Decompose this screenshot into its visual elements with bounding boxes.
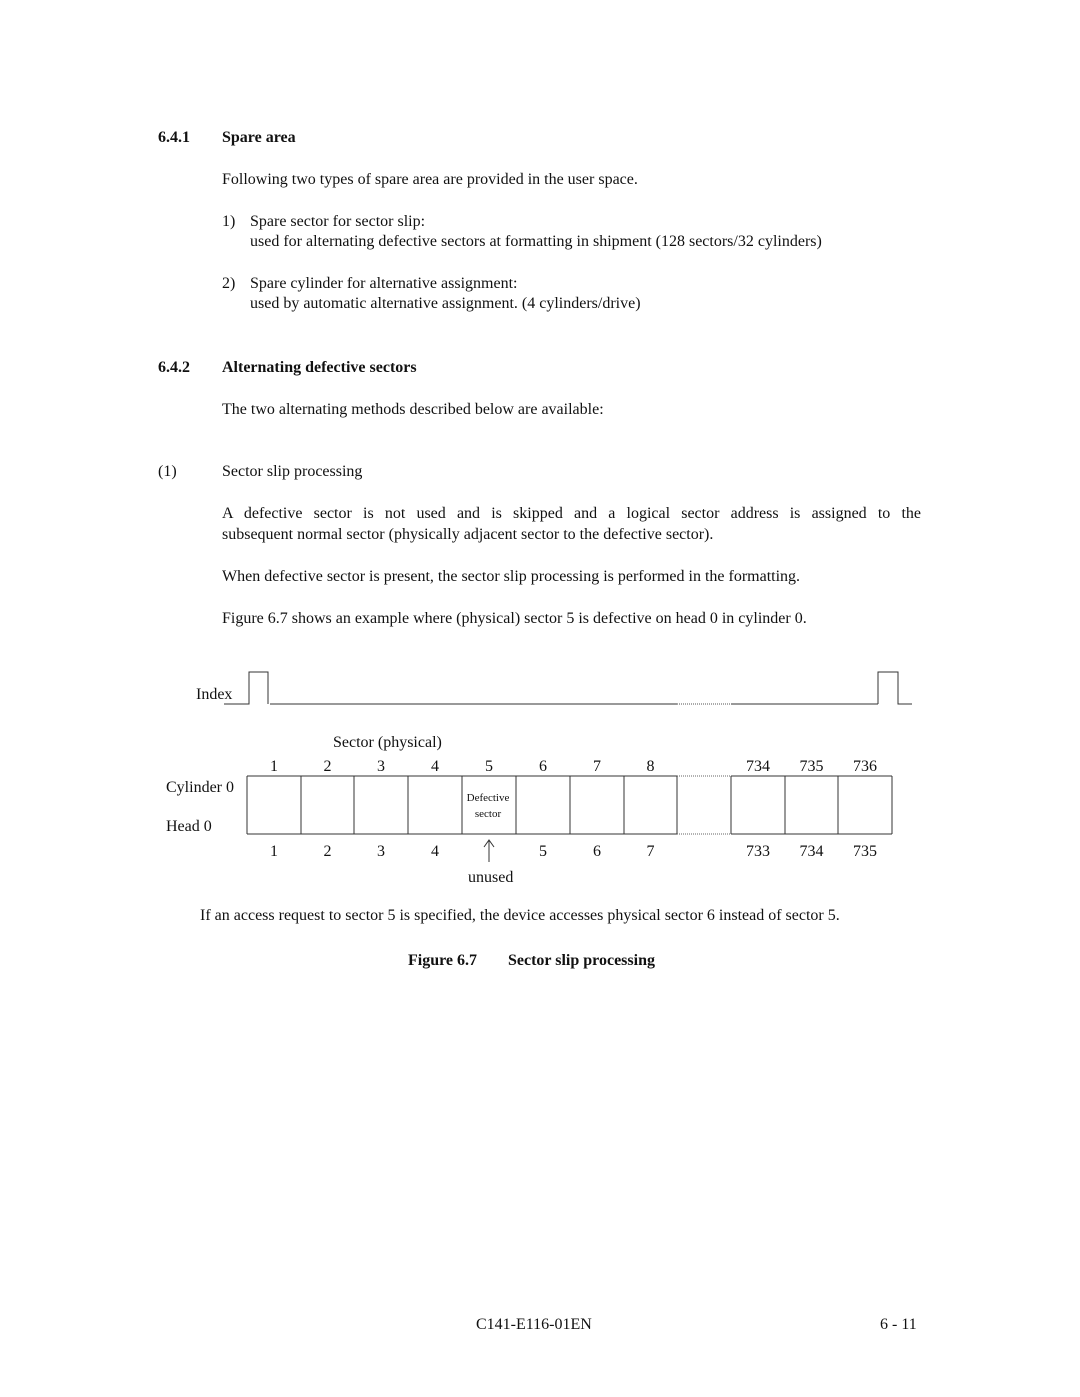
head-label: Head 0	[166, 818, 212, 835]
sector-slip-diagram: Index Sector (physical) Cylinder 0 Head …	[166, 671, 912, 886]
physical-sector-number: 5	[485, 758, 493, 775]
figure-caption-title: Sector slip processing	[508, 952, 655, 969]
physical-sector-number: 6	[539, 758, 547, 775]
physical-sector-number: 7	[593, 758, 601, 775]
index-label: Index	[196, 686, 232, 703]
physical-sector-number: 734	[746, 758, 770, 775]
footer-page-number: 6 - 11	[880, 1316, 917, 1333]
logical-sector-number: 733	[746, 843, 770, 860]
unused-label: unused	[468, 869, 513, 886]
physical-sector-number: 3	[377, 758, 385, 775]
physical-sector-number: 8	[647, 758, 655, 775]
logical-sector-number: 4	[431, 843, 439, 860]
physical-sector-number: 735	[800, 758, 824, 775]
logical-sector-number: 1	[270, 843, 278, 860]
footer-doc-id: C141-E116-01EN	[476, 1316, 592, 1333]
physical-sector-number: 2	[324, 758, 332, 775]
logical-sector-number: 7	[647, 843, 655, 860]
cylinder-label: Cylinder 0	[166, 779, 234, 796]
logical-sector-number: 735	[853, 843, 877, 860]
logical-sector-number: 6	[593, 843, 601, 860]
physical-sector-number: 1	[270, 758, 278, 775]
figure-caption-number: Figure 6.7	[408, 952, 478, 969]
up-arrow-icon	[483, 839, 495, 862]
physical-sector-number: 736	[853, 758, 877, 775]
sector-physical-header: Sector (physical)	[333, 734, 442, 751]
logical-sector-number: 3	[377, 843, 385, 860]
defective-label-line2: sector	[475, 808, 502, 820]
logical-sector-number: 5	[539, 843, 547, 860]
defective-label-line1: Defective	[467, 792, 510, 804]
index-pulse-end	[877, 671, 912, 705]
figure-note: If an access request to sector 5 is spec…	[200, 907, 840, 924]
logical-sector-number: 2	[324, 843, 332, 860]
logical-sector-number: 734	[800, 843, 824, 860]
physical-sector-number: 4	[431, 758, 439, 775]
